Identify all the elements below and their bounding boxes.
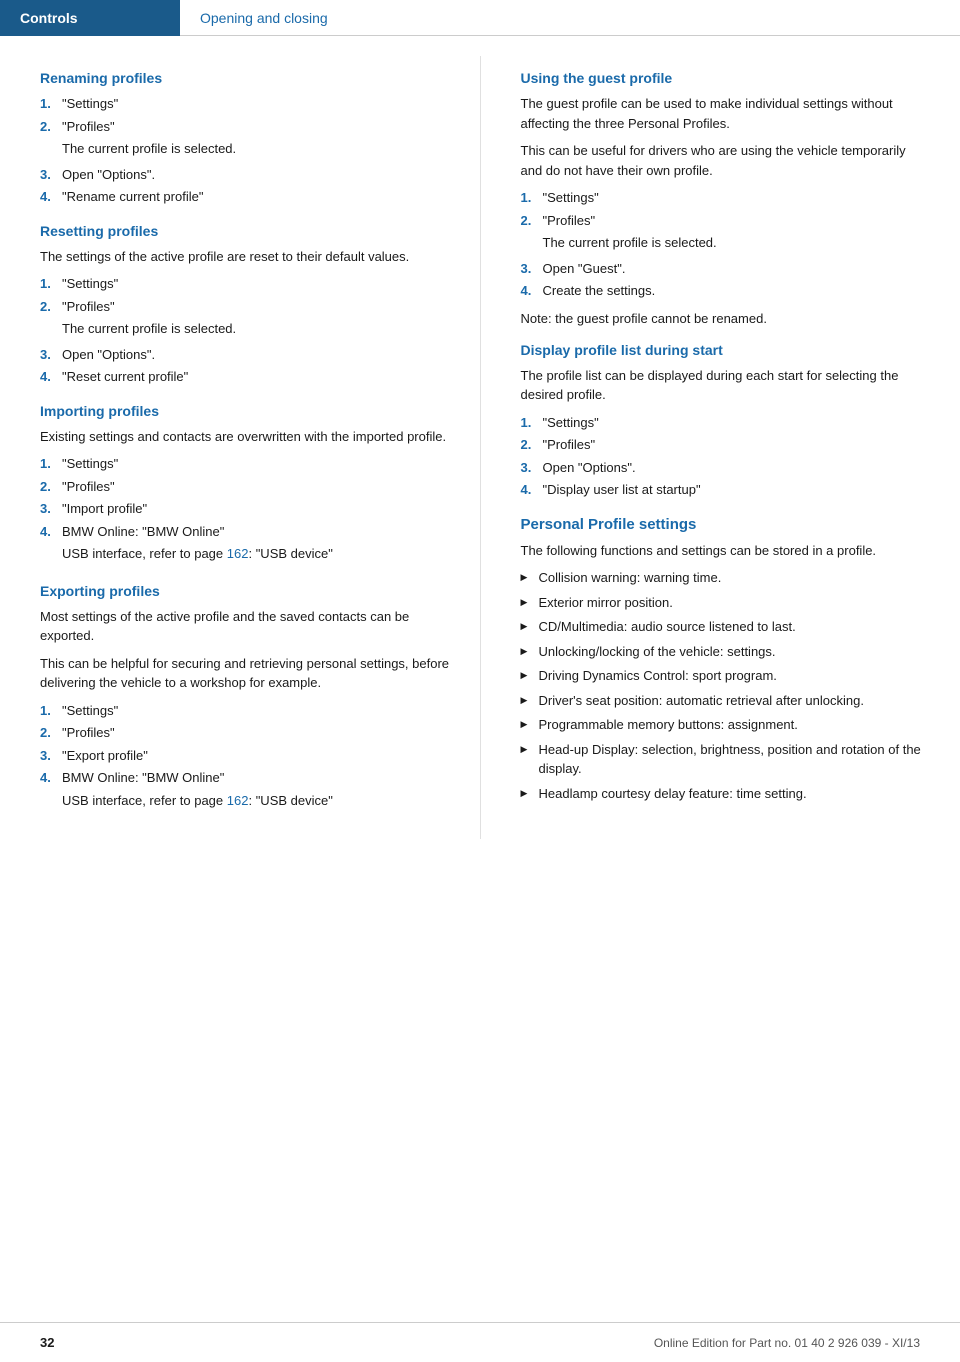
- exporting-profiles-intro2: This can be helpful for securing and ret…: [40, 654, 450, 693]
- step-item: 2. "Profiles": [40, 477, 450, 497]
- resetting-profiles-heading: Resetting profiles: [40, 223, 450, 239]
- bullet-arrow-icon: ▶: [521, 718, 539, 732]
- step-item: 3. Open "Options".: [521, 458, 931, 478]
- bullet-arrow-icon: ▶: [521, 787, 539, 801]
- resetting-profiles-steps: 1. "Settings" 2. "Profiles" The current …: [40, 274, 450, 387]
- bullet-item: ▶Collision warning: warning time.: [521, 568, 931, 588]
- importing-profiles-steps: 1. "Settings" 2. "Profiles" 3. "Import p…: [40, 454, 450, 567]
- bullet-text: Head-up Display: selection, brightness, …: [539, 740, 931, 779]
- step-item: 3. Open "Guest".: [521, 259, 931, 279]
- display-profile-heading: Display profile list during start: [521, 342, 931, 358]
- step-item: 1. "Settings": [40, 701, 450, 721]
- breadcrumb-text: Opening and closing: [200, 10, 328, 26]
- step-item: 4. "Display user list at startup": [521, 480, 931, 500]
- step-item: 2. "Profiles": [40, 117, 450, 137]
- bullet-text: Exterior mirror position.: [539, 593, 673, 613]
- renaming-profiles-steps: 1. "Settings" 2. "Profiles" The current …: [40, 94, 450, 207]
- bullet-item: ▶CD/Multimedia: audio source listened to…: [521, 617, 931, 637]
- guest-profile-section: Using the guest profile The guest profil…: [521, 70, 931, 326]
- importing-profiles-section: Importing profiles Existing settings and…: [40, 403, 450, 567]
- bullet-arrow-icon: ▶: [521, 645, 539, 659]
- renaming-profiles-section: Renaming profiles 1. "Settings" 2. "Prof…: [40, 70, 450, 207]
- personal-profile-section: Personal Profile settings The following …: [521, 516, 931, 804]
- guest-profile-intro2: This can be useful for drivers who are u…: [521, 141, 931, 180]
- guest-profile-note: Note: the guest profile cannot be rename…: [521, 311, 931, 326]
- bullet-item: ▶Exterior mirror position.: [521, 593, 931, 613]
- bullet-item: ▶Driver's seat position: automatic retri…: [521, 691, 931, 711]
- step-item: 2. "Profiles": [40, 297, 450, 317]
- guest-profile-steps: 1. "Settings" 2. "Profiles" The current …: [521, 188, 931, 301]
- bullet-arrow-icon: ▶: [521, 669, 539, 683]
- page-number: 32: [40, 1335, 54, 1350]
- step-item: 4. BMW Online: "BMW Online": [40, 768, 450, 788]
- right-column: Using the guest profile The guest profil…: [481, 56, 960, 839]
- footer-info: Online Edition for Part no. 01 40 2 926 …: [654, 1336, 920, 1350]
- step-item: 2. "Profiles": [521, 435, 931, 455]
- bullet-text: Driving Dynamics Control: sport program.: [539, 666, 777, 686]
- bullet-arrow-icon: ▶: [521, 694, 539, 708]
- renaming-profiles-heading: Renaming profiles: [40, 70, 450, 86]
- exporting-profiles-intro1: Most settings of the active profile and …: [40, 607, 450, 646]
- header-controls-label: Controls: [0, 0, 180, 36]
- bullet-text: Driver's seat position: automatic retrie…: [539, 691, 864, 711]
- step-item: 4. Create the settings.: [521, 281, 931, 301]
- display-profile-steps: 1. "Settings" 2. "Profiles" 3. Open "Opt…: [521, 413, 931, 500]
- bullet-text: Unlocking/locking of the vehicle: settin…: [539, 642, 776, 662]
- step-item: 1. "Settings": [40, 454, 450, 474]
- bullet-text: Programmable memory buttons: assignment.: [539, 715, 798, 735]
- left-column: Renaming profiles 1. "Settings" 2. "Prof…: [0, 56, 481, 839]
- bullet-text: Headlamp courtesy delay feature: time se…: [539, 784, 807, 804]
- display-profile-section: Display profile list during start The pr…: [521, 342, 931, 500]
- display-profile-intro: The profile list can be displayed during…: [521, 366, 931, 405]
- step-sub-item: The current profile is selected.: [40, 139, 450, 162]
- controls-tab: Controls: [20, 10, 78, 26]
- step-sub-item: USB interface, refer to page 162: "USB d…: [40, 791, 450, 814]
- step-item: 2. "Profiles": [40, 723, 450, 743]
- bullet-arrow-icon: ▶: [521, 596, 539, 610]
- step-item: 3. "Export profile": [40, 746, 450, 766]
- step-sub-item: The current profile is selected.: [40, 319, 450, 342]
- step-item: 4. "Rename current profile": [40, 187, 450, 207]
- step-item: 1. "Settings": [521, 413, 931, 433]
- step-item: 3. "Import profile": [40, 499, 450, 519]
- resetting-profiles-intro: The settings of the active profile are r…: [40, 247, 450, 267]
- guest-profile-heading: Using the guest profile: [521, 70, 931, 86]
- bullet-item: ▶Head-up Display: selection, brightness,…: [521, 740, 931, 779]
- step-item: 4. BMW Online: "BMW Online": [40, 522, 450, 542]
- personal-profile-bullets: ▶Collision warning: warning time.▶Exteri…: [521, 568, 931, 803]
- importing-profiles-heading: Importing profiles: [40, 403, 450, 419]
- bullet-item: ▶Headlamp courtesy delay feature: time s…: [521, 784, 931, 804]
- bullet-item: ▶Unlocking/locking of the vehicle: setti…: [521, 642, 931, 662]
- step-item: 1. "Settings": [40, 94, 450, 114]
- page-footer: 32 Online Edition for Part no. 01 40 2 9…: [0, 1322, 960, 1362]
- header-breadcrumb: Opening and closing: [180, 0, 960, 36]
- bullet-arrow-icon: ▶: [521, 743, 539, 757]
- step-item: 1. "Settings": [521, 188, 931, 208]
- personal-profile-intro: The following functions and settings can…: [521, 541, 931, 561]
- bullet-item: ▶Programmable memory buttons: assignment…: [521, 715, 931, 735]
- exporting-profiles-section: Exporting profiles Most settings of the …: [40, 583, 450, 814]
- personal-profile-heading: Personal Profile settings: [521, 516, 931, 533]
- step-item: 1. "Settings": [40, 274, 450, 294]
- resetting-profiles-section: Resetting profiles The settings of the a…: [40, 223, 450, 387]
- bullet-text: CD/Multimedia: audio source listened to …: [539, 617, 796, 637]
- bullet-arrow-icon: ▶: [521, 620, 539, 634]
- step-item: 4. "Reset current profile": [40, 367, 450, 387]
- step-item: 2. "Profiles": [521, 211, 931, 231]
- importing-profiles-intro: Existing settings and contacts are overw…: [40, 427, 450, 447]
- step-sub-item: The current profile is selected.: [521, 233, 931, 256]
- step-item: 3. Open "Options".: [40, 165, 450, 185]
- step-item: 3. Open "Options".: [40, 345, 450, 365]
- bullet-item: ▶Driving Dynamics Control: sport program…: [521, 666, 931, 686]
- exporting-profiles-steps: 1. "Settings" 2. "Profiles" 3. "Export p…: [40, 701, 450, 814]
- exporting-profiles-heading: Exporting profiles: [40, 583, 450, 599]
- bullet-text: Collision warning: warning time.: [539, 568, 722, 588]
- step-sub-item: USB interface, refer to page 162: "USB d…: [40, 544, 450, 567]
- bullet-arrow-icon: ▶: [521, 571, 539, 585]
- page-header: Controls Opening and closing: [0, 0, 960, 36]
- guest-profile-intro1: The guest profile can be used to make in…: [521, 94, 931, 133]
- main-content: Renaming profiles 1. "Settings" 2. "Prof…: [0, 36, 960, 899]
